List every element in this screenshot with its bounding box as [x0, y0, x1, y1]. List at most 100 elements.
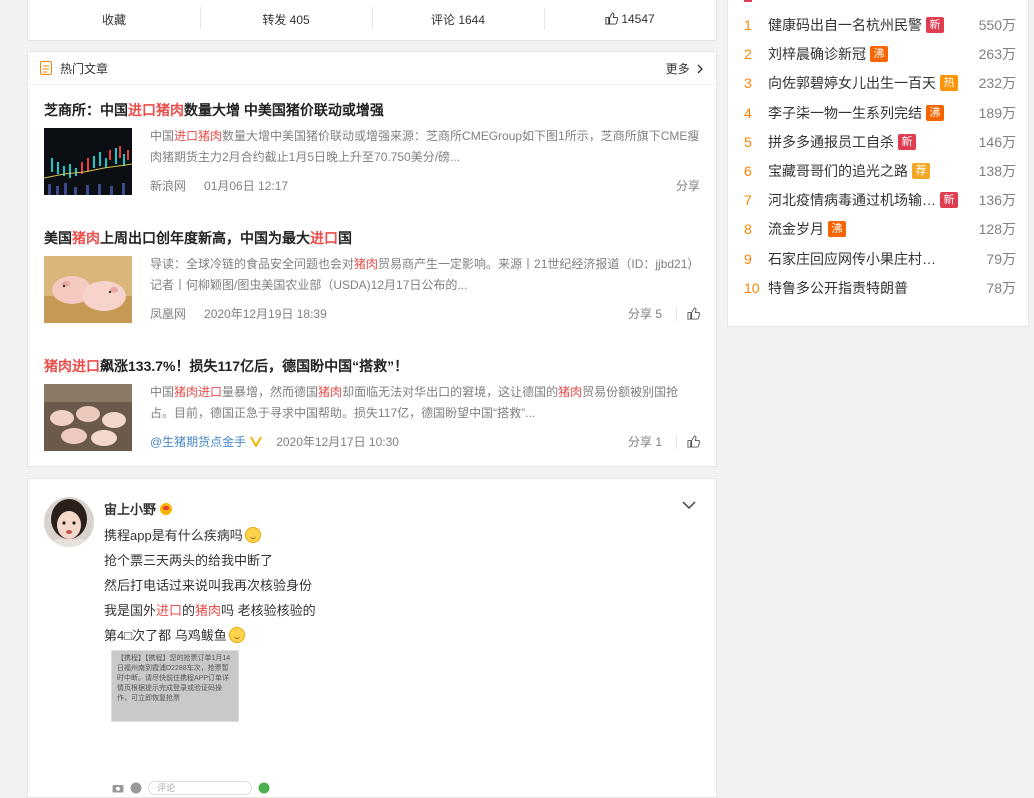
send-icon[interactable] [258, 782, 270, 794]
post-text-line: 抢个票三天两头的给我中断了 [104, 550, 273, 569]
more-link[interactable]: 更多 [666, 60, 704, 77]
share-button[interactable]: 分享 1 [628, 433, 662, 450]
article-thumbnail[interactable] [44, 256, 132, 323]
hot-badge: 荐 [912, 163, 930, 179]
article-meta: 凤凰网 2020年12月19日 18:39 分享 5 [150, 305, 700, 322]
title-text: 数量大增 中美国猪价联动或增强 [184, 102, 384, 118]
article-thumbnail[interactable] [44, 128, 132, 195]
search-count: 79万 [986, 250, 1016, 267]
camera-icon[interactable] [112, 783, 124, 793]
hot-search-title: 刘梓晨确诊新冠 [768, 46, 866, 63]
hot-search-item[interactable]: 10 特鲁多公开指责特朗普 78万 [744, 276, 1016, 300]
avatar[interactable] [44, 497, 94, 547]
chevron-right-icon [697, 64, 703, 73]
document-icon [40, 61, 52, 75]
like-button[interactable] [676, 306, 700, 321]
title-highlight: 进口猪肉 [128, 102, 184, 118]
post-screenshot-image[interactable]: 【携程】【携程】您的抢票订单1月14日福州南到霞浦D2288车次，抢票暂时中断。… [111, 650, 239, 722]
hot-search-item[interactable]: 8 流金岁月沸 128万 [744, 217, 1016, 241]
thumbs-up-icon [687, 307, 700, 320]
hot-search-title: 李子柒一物一生系列完结 [768, 104, 922, 121]
collect-button[interactable]: 收藏 [28, 11, 200, 28]
rank-number: 10 [744, 279, 760, 296]
hot-badge: 沸 [870, 46, 888, 63]
hot-search-title: 拼多多通报员工自杀 [768, 133, 894, 150]
hot-search-title: 石家庄回应网传小果庄村… [768, 250, 936, 267]
article-title[interactable]: 美国猪肉上周出口创年度新高，中国为最大进口国 [44, 228, 704, 248]
comment-label: 评论 1644 [430, 12, 486, 27]
rank-number: 1 [744, 17, 752, 33]
hot-search-title: 向佐郭碧婷女儿出生一百天 [768, 75, 936, 92]
post-text: 抢个票三天两头的给我中断了 [104, 553, 274, 568]
article-meta: @生猪期货点金手 2020年12月17日 10:30 分享 1 [150, 433, 700, 450]
post-text-line: 然后打电话过来说叫我再次核验身份 [104, 575, 312, 594]
hot-search-item[interactable]: 9 石家庄回应网传小果庄村… 79万 [744, 247, 1016, 271]
hot-search-item[interactable]: 6 宝藏哥哥们的追光之路荐 138万 [744, 159, 1016, 183]
rank-number: 8 [744, 221, 752, 238]
search-count: 550万 [978, 17, 1016, 33]
forward-button[interactable]: 转发 405 [200, 6, 372, 29]
title-highlight: 猪肉进口 [44, 358, 100, 374]
article-item[interactable]: 猪肉进口飙涨133.7%！损失117亿后，德国盼中国“搭救”！ 中国猪肉进口量暴… [44, 356, 704, 456]
search-count: 146万 [978, 133, 1016, 150]
title-text: 上周出口创年度新高，中国为最大 [100, 230, 310, 246]
title-highlight: 进口 [310, 230, 338, 246]
forward-label: 转发 405 [262, 12, 310, 27]
search-count: 232万 [978, 75, 1016, 92]
share-button[interactable]: 分享 [676, 177, 700, 194]
weibo-post-card: 宙上小野 携程app是有什么疾病吗 抢个票三天两头的给我中断了 然后打电话过来说… [27, 478, 717, 798]
post-text-line: 第4□次了都 乌鸡鲅鱼 [104, 625, 245, 644]
emoji-icon[interactable] [130, 782, 142, 794]
hot-search-title: 河北疫情病毒通过机场输… [768, 192, 936, 209]
hot-search-item[interactable]: 2 刘梓晨确诊新冠沸 263万 [744, 42, 1016, 66]
comment-input[interactable]: 评论 [148, 781, 252, 795]
search-count: 78万 [986, 279, 1016, 296]
post-highlight-link[interactable]: 进口 [156, 603, 182, 618]
hot-search-item[interactable]: 5 拼多多通报员工自杀新 146万 [744, 130, 1016, 154]
piglets-photo [44, 256, 132, 323]
hot-search-title: 健康码出自一名杭州民警 [768, 17, 922, 33]
summary-text: 中国 [150, 385, 175, 399]
hot-search-title: 流金岁月 [768, 221, 824, 238]
comment-placeholder: 评论 [157, 783, 176, 793]
like-button[interactable]: 14547 [544, 8, 716, 30]
hot-badge: 沸 [828, 221, 846, 238]
like-count: 14547 [621, 12, 655, 26]
post-text: 我是国外 [104, 603, 157, 618]
comment-button[interactable]: 评论 1644 [372, 6, 544, 29]
rank-number: 7 [744, 192, 752, 209]
image-text: 【携程】【携程】您的抢票订单1月14日福州南到霞浦D2288车次，抢票暂时中断。… [117, 655, 231, 702]
article-title[interactable]: 芝商所：中国进口猪肉数量大增 中美国猪价联动或增强 [44, 100, 704, 120]
post-highlight-link[interactable]: 猪肉 [195, 603, 221, 618]
hot-search-item[interactable]: 7 河北疫情病毒通过机场输… 新 136万 [744, 188, 1016, 212]
summary-text: 中国 [150, 129, 175, 143]
post-text-line: 我是国外进口的猪肉吗 老核验核验的 [104, 600, 316, 619]
article-item[interactable]: 芝商所：中国进口猪肉数量大增 中美国猪价联动或增强 中国进口猪肉数量大增中美国猪… [44, 100, 704, 200]
hot-badge: 沸 [926, 104, 944, 121]
partial-list-marker [744, 0, 752, 2]
article-time: 2020年12月19日 18:39 [204, 307, 327, 321]
pig-farm-photo [44, 384, 132, 451]
hot-badge: 新 [926, 17, 944, 33]
hot-search-item[interactable]: 3 向佐郭碧婷女儿出生一百天热 232万 [744, 71, 1016, 95]
like-button[interactable] [676, 434, 700, 449]
hot-search-item[interactable]: 1 健康码出自一名杭州民警新 550万 [744, 13, 1016, 37]
summary-text: 导读：全球冷链的食品安全问题也会对 [150, 257, 355, 271]
thumbs-up-icon [687, 435, 700, 448]
post-text: 然后打电话过来说叫我再次核验身份 [104, 578, 313, 593]
article-source[interactable]: 新浪网 [150, 177, 186, 194]
rank-number: 6 [744, 163, 752, 179]
article-title[interactable]: 猪肉进口飙涨133.7%！损失117亿后，德国盼中国“搭救”！ [44, 356, 704, 376]
summary-highlight: 猪肉 [318, 385, 343, 399]
post-username[interactable]: 宙上小野 [104, 499, 173, 518]
article-thumbnail[interactable] [44, 384, 132, 451]
article-item[interactable]: 美国猪肉上周出口创年度新高，中国为最大进口国 导读：全球冷链的食品安全问题也会对… [44, 228, 704, 328]
rank-number: 9 [744, 250, 752, 267]
search-count: 138万 [978, 163, 1016, 179]
article-source[interactable]: @生猪期货点金手 [150, 433, 246, 450]
hot-search-item[interactable]: 4 李子柒一物一生系列完结沸 189万 [744, 101, 1016, 125]
share-button[interactable]: 分享 5 [628, 305, 662, 322]
article-source[interactable]: 凤凰网 [150, 305, 186, 322]
chevron-down-icon[interactable] [682, 501, 696, 510]
summary-highlight: 进口猪肉 [174, 129, 223, 143]
